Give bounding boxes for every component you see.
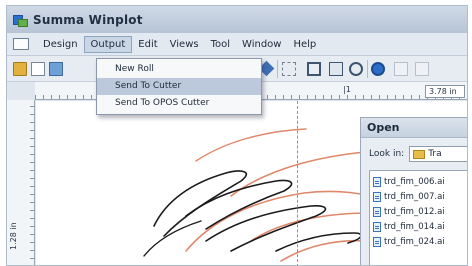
file-name: trd_fim_007.ai [384,191,445,202]
select-rect-icon[interactable] [282,62,296,76]
document-menu-icon[interactable] [13,38,29,50]
vertical-ruler[interactable]: 1.28 in [7,100,35,265]
ai-file-icon [373,236,381,247]
cut-icon[interactable] [371,62,385,76]
orange-flame-stroke [185,190,387,252]
look-in-row: Look in: Tra [369,146,467,162]
new-document-icon[interactable] [31,62,45,76]
menu-window[interactable]: Window [236,37,287,52]
zoom-icon[interactable] [307,62,321,76]
vertical-ruler-label: 1.28 in [9,222,18,250]
file-list-item[interactable]: trd_fim_024.ai [370,234,467,249]
look-in-label: Look in: [369,149,405,159]
app-window: Summa Winplot Design Output Edit Views T… [6,5,468,266]
menu-design[interactable]: Design [37,37,84,52]
title-bar[interactable]: Summa Winplot [7,6,467,33]
file-list-item[interactable]: trd_fim_014.ai [370,219,467,234]
menu-edit[interactable]: Edit [132,37,163,52]
look-in-select[interactable]: Tra [409,146,467,162]
menuitem-new-roll[interactable]: New Roll [97,61,261,78]
zoom-readout[interactable]: 3.78 in [425,85,465,98]
black-flame-stroke [205,205,327,252]
output-dropdown-menu: New Roll Send To Cutter Send To OPOS Cut… [96,58,262,115]
folder-icon [413,149,426,159]
file-name: trd_fim_014.ai [384,221,445,232]
file-list-item[interactable]: trd_fim_012.ai [370,204,467,219]
page-boundary-line [297,101,298,265]
winplot-app-icon [13,13,28,27]
open-file-dialog: Open Look in: Tra trd_fim_006.ai trd_fim… [360,117,467,265]
window-title: Summa Winplot [33,12,143,27]
file-list[interactable]: trd_fim_006.ai trd_fim_007.ai trd_fim_01… [369,170,467,265]
black-flame-stroke [143,220,202,257]
menu-tool[interactable]: Tool [205,37,236,52]
menu-views[interactable]: Views [164,37,205,52]
toolbar-separator [367,60,368,78]
fit-icon[interactable] [329,62,343,76]
black-flame-stroke [185,179,293,230]
ai-file-icon [373,191,381,202]
ai-file-icon [373,176,381,187]
open-folder-icon[interactable] [13,62,27,76]
orange-flame-stroke [195,128,307,162]
ai-file-icon [373,221,381,232]
menu-bar: Design Output Edit Views Tool Window Hel… [7,33,467,56]
menu-output[interactable]: Output [83,35,133,53]
disabled-icon [415,62,429,76]
file-name: trd_fim_024.ai [384,236,445,247]
black-flame-stroke [275,232,362,252]
look-in-value: Tra [428,149,442,159]
weed-icon[interactable] [349,62,363,76]
file-name: trd_fim_006.ai [384,176,445,187]
file-list-item[interactable]: trd_fim_006.ai [370,174,467,189]
ai-file-icon [373,206,381,217]
menuitem-send-to-cutter[interactable]: Send To Cutter [97,78,261,95]
file-list-item[interactable]: trd_fim_007.ai [370,189,467,204]
disabled-icon [394,62,408,76]
menuitem-send-to-opos-cutter[interactable]: Send To OPOS Cutter [97,95,261,112]
file-name: trd_fim_012.ai [384,206,445,217]
menu-help[interactable]: Help [287,37,322,52]
toolbar-separator [277,60,278,78]
image-icon[interactable] [49,62,63,76]
ruler-marker: |1 [343,85,351,94]
open-dialog-title[interactable]: Open [361,118,467,138]
